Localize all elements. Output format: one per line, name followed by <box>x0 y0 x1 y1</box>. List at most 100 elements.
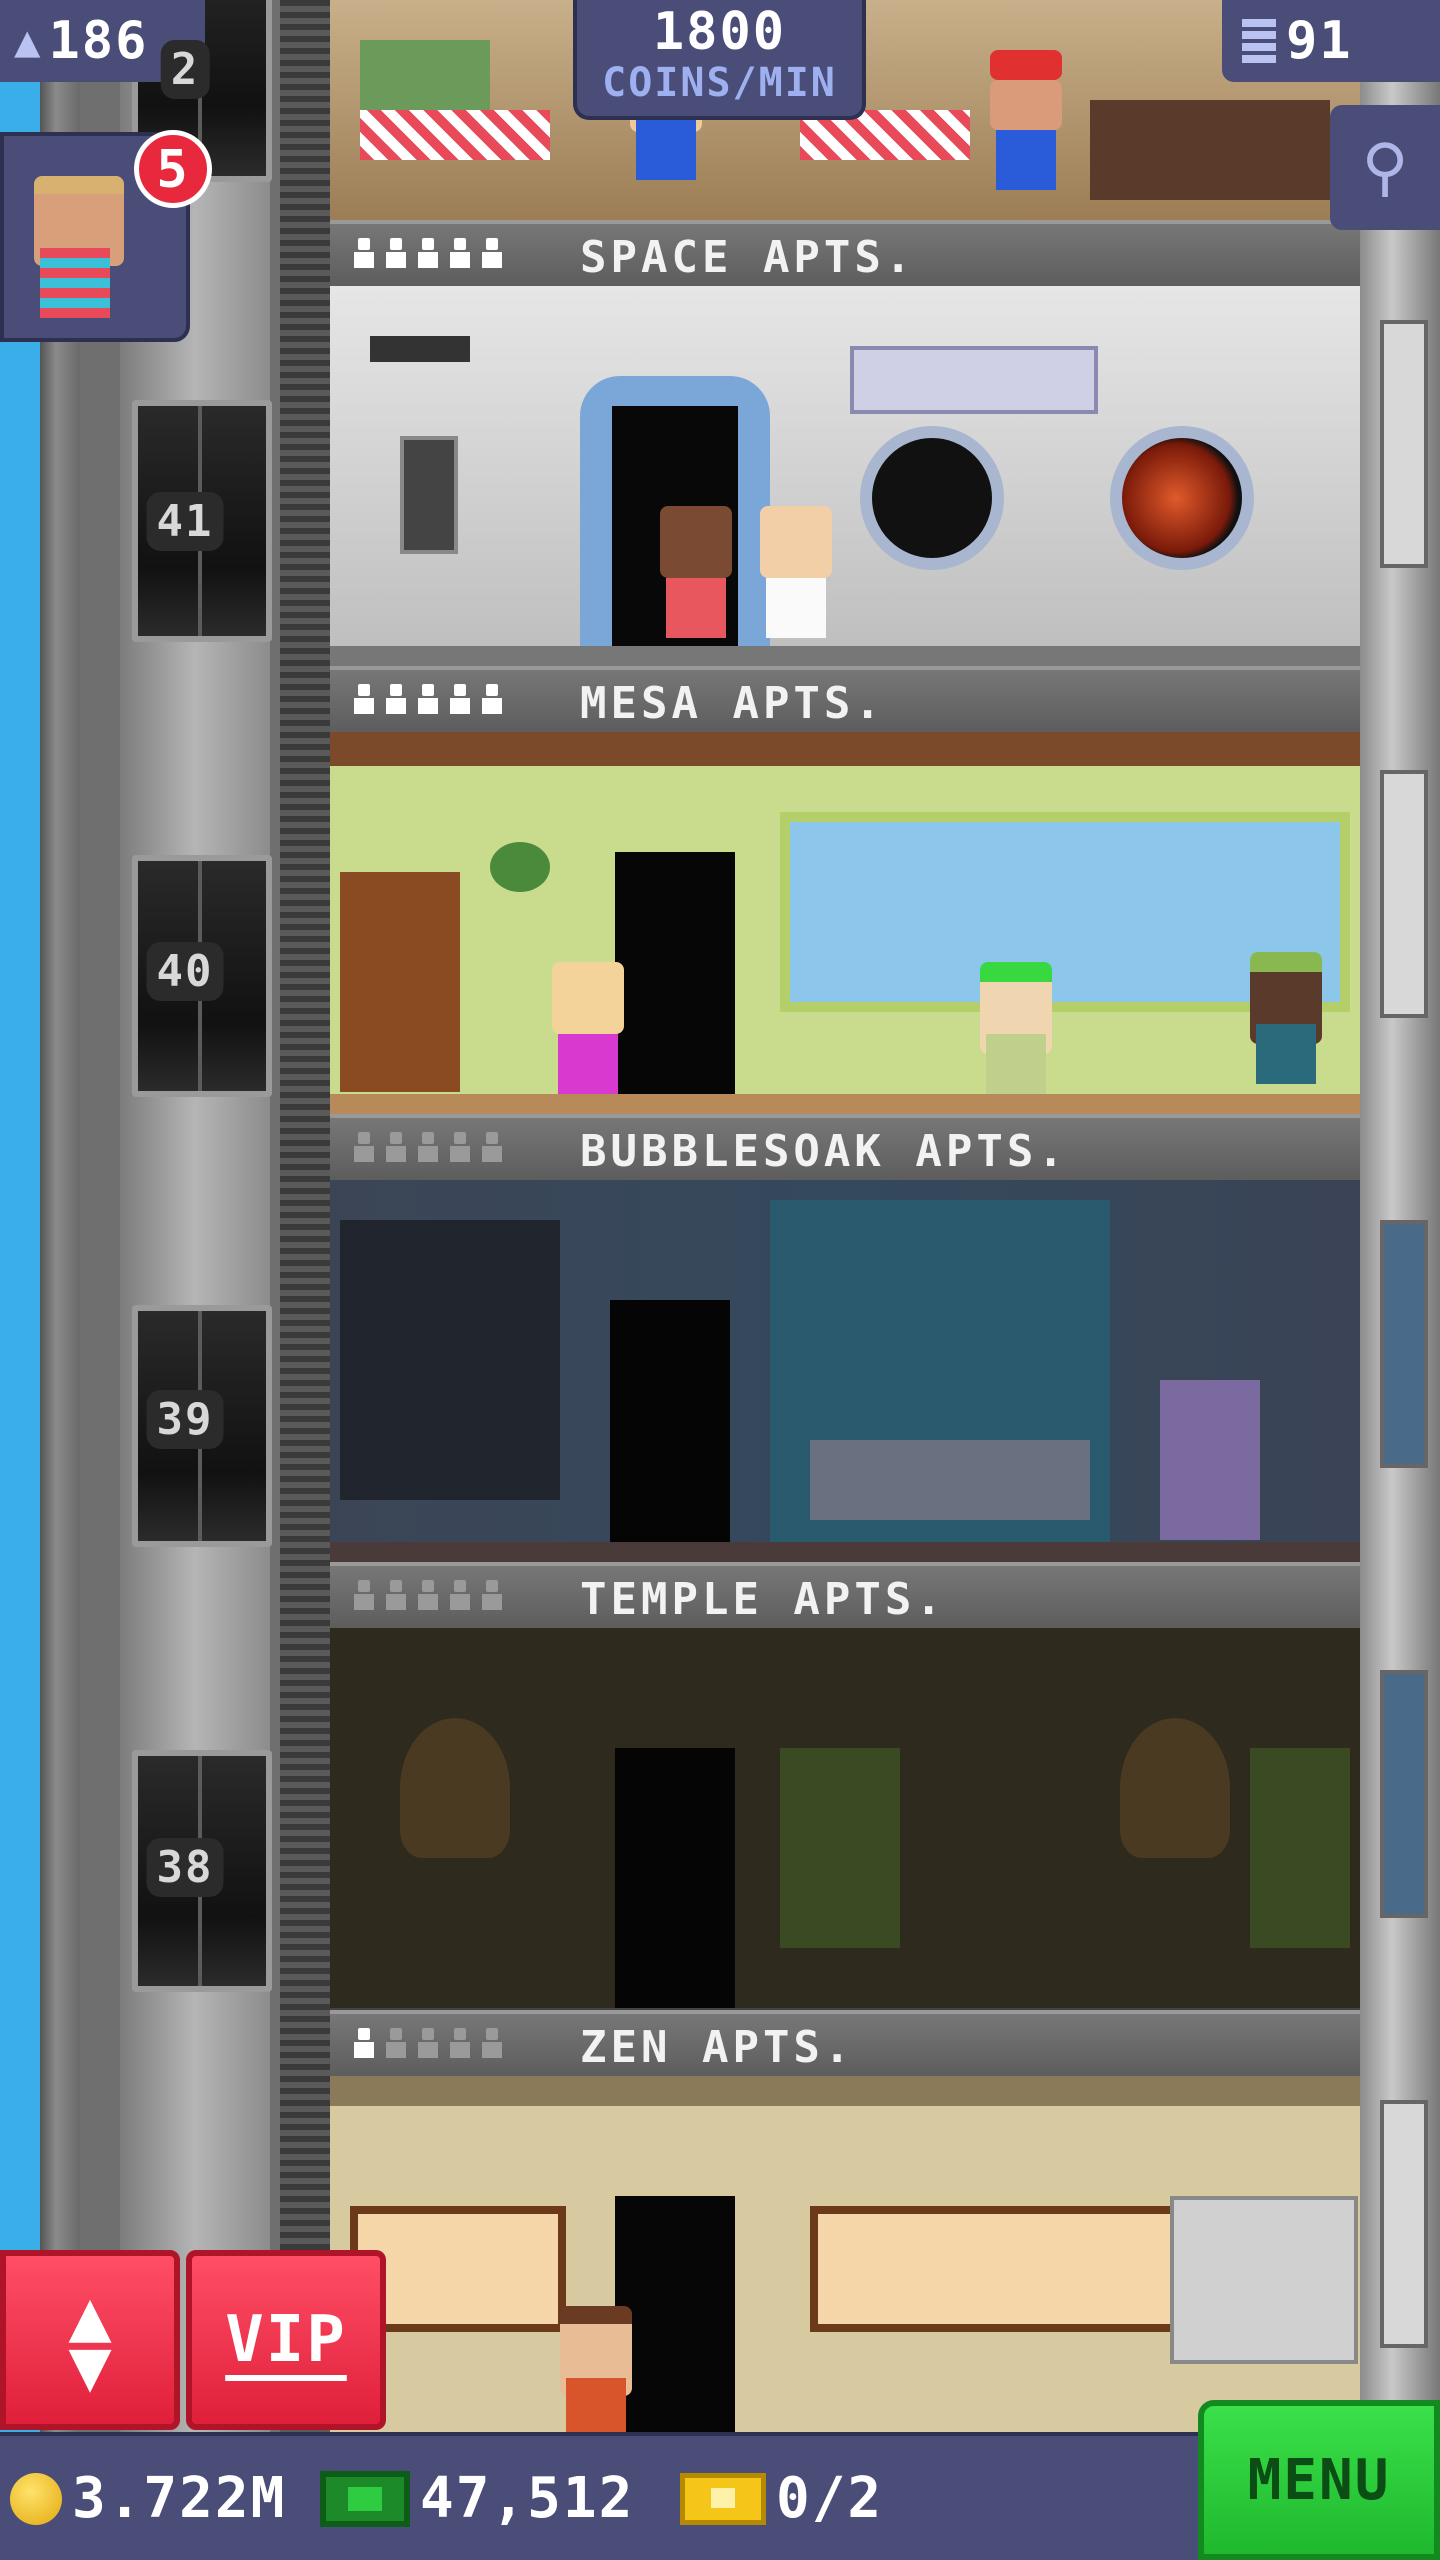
counter <box>1090 100 1330 200</box>
statue-head <box>400 1718 510 1858</box>
edge-window <box>1380 320 1428 568</box>
tickets-stat[interactable]: 0/2 <box>680 2466 883 2531</box>
floor-space-apts[interactable] <box>330 286 1360 666</box>
star-empty-icon <box>384 2028 408 2058</box>
star-empty-icon <box>352 1580 376 1610</box>
golden-ticket-icon <box>680 2472 766 2525</box>
bux-stat[interactable]: 47,512 <box>320 2466 634 2531</box>
floor-name: TEMPLE APTS. <box>580 1574 946 1625</box>
star-filled-icon <box>448 684 472 714</box>
star-filled-icon <box>480 238 504 268</box>
star-empty-icon <box>480 1580 504 1610</box>
floor-label-bar[interactable]: TEMPLE APTS. <box>330 1562 1360 1632</box>
star-filled-icon <box>352 238 376 268</box>
coin-rate-panel: 1800 COINS/MIN <box>573 0 866 120</box>
star-filled-icon <box>416 238 440 268</box>
edge-window <box>1380 1220 1428 1468</box>
star-empty-icon <box>416 2028 440 2058</box>
person-icon: ▲ <box>14 15 43 67</box>
edge-window <box>1380 1670 1428 1918</box>
coins-value: 3.722M <box>72 2466 287 2531</box>
bux-value: 47,512 <box>420 2466 635 2531</box>
star-empty-icon <box>448 1580 472 1610</box>
porthole-planet <box>1110 426 1254 570</box>
palm-plant <box>780 1748 900 1948</box>
menu-button[interactable]: MENU <box>1198 2400 1440 2560</box>
coin-rate-value: 1800 <box>652 2 787 62</box>
star-filled-icon <box>480 684 504 714</box>
floor-strip <box>330 1094 1360 1114</box>
stool <box>1160 1380 1260 1540</box>
floor-label-bar[interactable]: BUBBLESOAK APTS. <box>330 1114 1360 1184</box>
star-rating <box>352 1132 504 1162</box>
star-empty-icon <box>448 1132 472 1162</box>
star-empty-icon <box>480 1132 504 1162</box>
floor-temple-apts[interactable] <box>330 1628 1360 2008</box>
star-empty-icon <box>384 1580 408 1610</box>
elevator-floor-number: 39 <box>146 1390 224 1449</box>
floor-name: SPACE APTS. <box>580 232 916 283</box>
table <box>360 110 550 160</box>
star-empty-icon <box>416 1580 440 1610</box>
doorway <box>615 1748 735 2008</box>
cabinet <box>1170 2196 1358 2364</box>
magnifier-icon[interactable]: ⚲ <box>1330 105 1440 230</box>
shaft-rail-right <box>280 0 330 2560</box>
tower-bux-icon <box>320 2470 410 2527</box>
star-rating <box>352 2028 504 2058</box>
coins-stat[interactable]: 3.722M <box>10 2466 286 2531</box>
population-value: 186 <box>48 11 149 71</box>
bathtub <box>810 1440 1090 1520</box>
notification-badge: 5 <box>134 130 212 208</box>
ceiling-beam <box>330 732 1360 766</box>
vip-button[interactable]: VIP <box>186 2250 386 2430</box>
floor-bubblesoak-apts[interactable] <box>330 1180 1360 1562</box>
floor-zen-apts[interactable] <box>330 2076 1360 2436</box>
control-panel <box>850 346 1098 414</box>
ceiling <box>330 2076 1360 2106</box>
star-empty-icon <box>448 2028 472 2058</box>
floor-name: ZEN APTS. <box>580 2022 855 2073</box>
floor-label-bar[interactable]: MESA APTS. <box>330 666 1360 736</box>
vent <box>370 336 470 362</box>
floor-strip <box>330 646 1360 666</box>
star-rating <box>352 1580 504 1610</box>
bed-nook <box>340 1220 560 1500</box>
elevator-button[interactable]: ▲ ▼ <box>0 2250 180 2430</box>
floor-strip <box>330 1542 1360 1562</box>
doorway <box>615 852 735 1114</box>
floor-counter[interactable]: 91 <box>1222 0 1440 82</box>
hanging-plant <box>490 842 550 892</box>
edge-window <box>1380 2100 1428 2348</box>
window <box>810 2206 1206 2332</box>
star-empty-icon <box>384 1132 408 1162</box>
floor-name: MESA APTS. <box>580 678 885 729</box>
star-filled-icon <box>416 684 440 714</box>
tower: SPACE APTS. MESA APTS. BUBBLESOAK APTS. … <box>330 0 1360 2560</box>
star-empty-icon <box>416 1132 440 1162</box>
floor-label-bar[interactable]: SPACE APTS. <box>330 220 1360 290</box>
elevator-floor-number: 2 <box>160 40 210 99</box>
star-empty-icon <box>352 1132 376 1162</box>
star-filled-icon <box>352 2028 376 2058</box>
visitor-button[interactable]: 5 <box>0 130 212 342</box>
building-edge <box>1360 0 1440 2560</box>
palm-plant <box>1250 1748 1350 1948</box>
up-down-arrows-icon: ▲ ▼ <box>68 2272 112 2407</box>
wall-panel <box>400 436 458 554</box>
sky <box>0 0 40 2560</box>
star-filled-icon <box>384 238 408 268</box>
elevator-floor-number: 41 <box>146 492 224 551</box>
floor-name: BUBBLESOAK APTS. <box>580 1126 1068 1177</box>
porthole-stars <box>860 426 1004 570</box>
floor-mesa-apts[interactable] <box>330 732 1360 1114</box>
elevator-floor-number: 40 <box>146 942 224 1001</box>
doorway <box>610 1300 730 1562</box>
floor-count-value: 91 <box>1286 11 1353 71</box>
star-rating <box>352 684 504 714</box>
shaft-car-column <box>120 0 270 2560</box>
floor-label-bar[interactable]: ZEN APTS. <box>330 2010 1360 2080</box>
star-filled-icon <box>352 684 376 714</box>
elevator-shaft[interactable]: 2 41 40 39 38 <box>40 0 330 2560</box>
elevator-floor-number: 38 <box>146 1838 224 1897</box>
